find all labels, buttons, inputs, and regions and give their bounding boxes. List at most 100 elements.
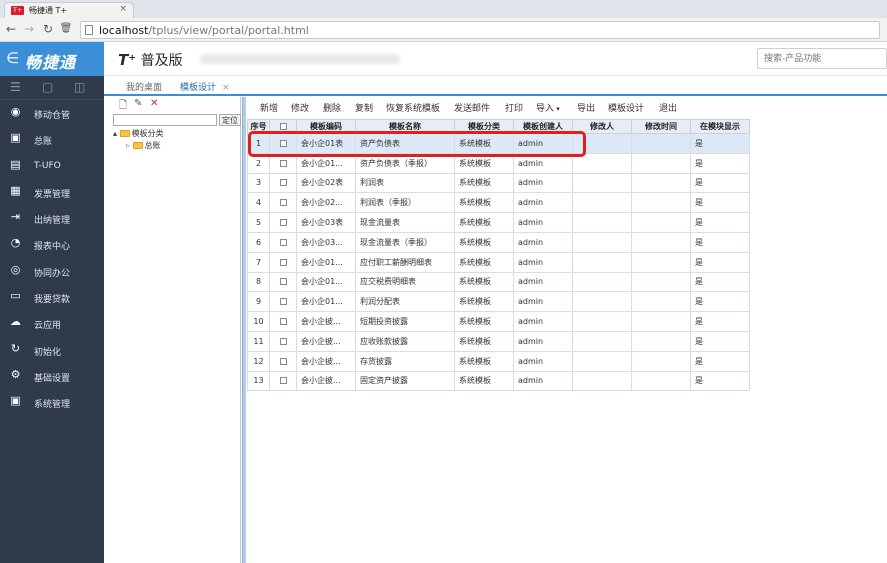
table-row[interactable]: 4 会小企02... 利润表（季报） 系统模板 admin 是 [247,192,750,214]
col-header-select[interactable] [269,119,297,134]
cell-select[interactable] [269,350,297,372]
table-row[interactable]: 11 会小企披... 应收账款披露 系统模板 admin 是 [247,330,750,352]
col-header-index[interactable]: 序号 [247,119,270,134]
nav-item-3[interactable]: ▦ 发票管理 [0,179,104,205]
row-checkbox[interactable] [279,377,287,385]
row-checkbox[interactable] [279,139,287,147]
edit-button[interactable]: 修改 [291,101,309,114]
row-checkbox[interactable] [279,298,287,306]
cell-select[interactable] [269,133,297,154]
tab-close-icon[interactable]: × [222,83,230,93]
nav-item-1[interactable]: ▣ 总账 [0,126,104,152]
restore-template-button[interactable]: 恢复系统模板 [386,101,440,114]
import-button[interactable]: 导入 ▾ [536,101,560,114]
table-row[interactable]: 10 会小企披... 短期投资披露 系统模板 admin 是 [247,311,750,332]
cell-select[interactable] [269,192,297,214]
export-button[interactable]: 导出 [577,101,595,114]
locate-button[interactable]: 定位 [219,114,241,126]
nav-item-6[interactable]: ◎ 协同办公 [0,258,104,284]
cell-select[interactable] [269,152,297,174]
col-header-name[interactable]: 模板名称 [355,119,455,134]
row-checkbox[interactable] [279,199,287,207]
delete-button[interactable]: 删除 [323,101,341,114]
table-row[interactable]: 2 会小企01... 资产负债表（季报） 系统模板 admin 是 [247,152,750,174]
table-row[interactable]: 8 会小企01... 应交税费明细表 系统模板 admin 是 [247,271,750,293]
row-checkbox[interactable] [279,278,287,286]
col-header-modifier[interactable]: 修改人 [572,119,632,134]
brand-logo[interactable]: ∈ 畅捷通 [0,42,104,76]
nav-item-2[interactable]: ▤ T-UFO [0,153,104,179]
col-header-category[interactable]: 模板分类 [454,119,514,134]
nav-item-7[interactable]: ▭ 我要贷款 [0,284,104,310]
col-header-show-in-module[interactable]: 在模块显示 [690,119,750,134]
add-button[interactable]: 新增 [260,101,278,114]
cell-select[interactable] [269,251,297,273]
cell-select[interactable] [269,231,297,253]
nav-item-0[interactable]: ◉ 移动仓管 [0,100,104,126]
exit-button[interactable]: 退出 [659,101,677,114]
select-all-checkbox[interactable] [279,123,287,130]
url-field[interactable]: localhost/tplus/view/portal/portal.html [80,21,880,39]
cell-select[interactable] [269,370,297,392]
col-header-modified-time[interactable]: 修改时间 [631,119,691,134]
delete-icon[interactable]: ✕ [150,98,158,109]
table-row[interactable]: 9 会小企01... 利润分配表 系统模板 admin 是 [247,291,750,313]
row-checkbox[interactable] [279,179,287,187]
row-checkbox[interactable] [279,238,287,246]
trash-icon[interactable]: 🗑 [59,22,73,36]
reload-icon[interactable]: ↻ [41,22,55,36]
table-row[interactable]: 3 会小企02表 利润表 系统模板 admin 是 [247,172,750,194]
table-row[interactable]: 7 会小企01... 应付职工薪酬明细表 系统模板 admin 是 [247,251,750,273]
row-checkbox[interactable] [279,219,287,227]
nav-item-8[interactable]: ☁ 云应用 [0,310,104,336]
forward-icon[interactable]: → [22,22,36,36]
nav-item-9[interactable]: ↻ 初始化 [0,337,104,363]
table-row[interactable]: 5 会小企03表 现金流量表 系统模板 admin 是 [247,212,750,233]
favorites-icon[interactable]: ◫ [74,80,85,94]
row-checkbox[interactable] [279,318,287,326]
cell-select[interactable] [269,330,297,352]
cell-select[interactable] [269,311,297,332]
feature-search[interactable] [757,48,887,69]
menu-icon[interactable]: ☰ [10,80,21,94]
tree-search[interactable] [113,114,217,126]
row-checkbox[interactable] [279,159,287,167]
tree-expand-icon[interactable]: ▴ [113,129,117,138]
tree-search-input[interactable] [114,115,216,125]
template-design-button[interactable]: 模板设计 [608,101,644,114]
nav-item-4[interactable]: ⇥ 出纳管理 [0,205,104,231]
new-file-icon[interactable]: 🗋 [119,98,127,115]
cell-select[interactable] [269,212,297,233]
print-button[interactable]: 打印 [505,101,523,114]
back-icon[interactable]: ← [4,22,18,36]
table-row[interactable]: 13 会小企披... 固定资产披露 系统模板 admin 是 [247,370,750,392]
tab-template-design[interactable]: 模板设计 × [180,80,230,93]
row-checkbox[interactable] [279,258,287,266]
feature-search-input[interactable] [758,49,886,68]
nav-item-5[interactable]: ◔ 报表中心 [0,231,104,257]
table-row[interactable]: 1 会小企01表 资产负债表 系统模板 admin 是 [247,133,750,154]
browser-tab-close-icon[interactable]: × [119,4,127,14]
col-header-creator[interactable]: 模板创建人 [513,119,573,134]
browser-tab[interactable]: T+ 畅捷通 T+ × [4,2,134,18]
copy-button[interactable]: 复制 [355,101,373,114]
row-checkbox[interactable] [279,337,287,345]
edit-icon[interactable]: ✎ [134,98,142,109]
col-header-code[interactable]: 模板编码 [296,119,356,134]
tree-collapse-icon[interactable]: ▹ [126,141,130,150]
table-row[interactable]: 6 会小企03... 现金流量表（季报） 系统模板 admin 是 [247,231,750,253]
table-row[interactable]: 12 会小企披... 存货披露 系统模板 admin 是 [247,350,750,372]
cell-select[interactable] [269,172,297,194]
row-checkbox[interactable] [279,357,287,365]
cell-select[interactable] [269,291,297,313]
cell-select[interactable] [269,271,297,293]
recent-icon[interactable]: ▢ [42,80,53,94]
tab-my-desktop[interactable]: 我的桌面 [126,80,162,93]
nav-item-10[interactable]: ⚙ 基础设置 [0,363,104,389]
tree-node-root[interactable]: ▴ 模板分类 [113,128,164,139]
cell-name: 应收账款披露 [355,330,455,352]
nav-item-11[interactable]: ▣ 系统管理 [0,389,104,415]
panel-splitter[interactable] [242,97,246,563]
send-mail-button[interactable]: 发送邮件 [454,101,490,114]
tree-node-ledger[interactable]: ▹ 总账 [126,140,161,151]
